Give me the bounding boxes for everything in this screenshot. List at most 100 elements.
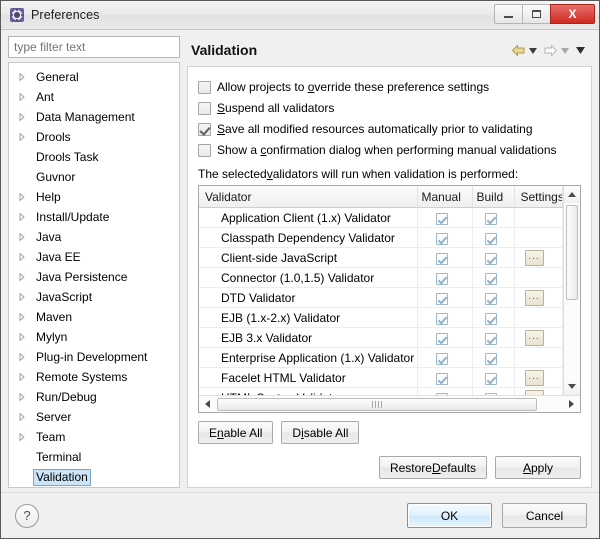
validation-option-3[interactable]: Show a confirmation dialog when performi… bbox=[198, 140, 581, 161]
checkbox-2[interactable] bbox=[198, 123, 211, 136]
build-cell[interactable] bbox=[472, 388, 514, 395]
manual-cell[interactable] bbox=[417, 328, 472, 348]
validation-option-1[interactable]: Suspend all validators bbox=[198, 98, 581, 119]
question-mark-icon[interactable]: ? bbox=[15, 504, 39, 528]
tree-item-data-management[interactable]: Data Management bbox=[9, 107, 179, 127]
settings-ellipsis-button[interactable]: ... bbox=[525, 290, 544, 306]
expand-arrow-icon[interactable] bbox=[19, 253, 33, 261]
manual-cell[interactable] bbox=[417, 308, 472, 328]
table-row[interactable]: Application Client (1.x) Validator bbox=[199, 208, 563, 228]
settings-cell[interactable]: ... bbox=[514, 388, 563, 395]
column-header-validator[interactable]: Validator bbox=[199, 186, 417, 208]
validators-table-viewport[interactable]: Validator Manual Build Settings Applicat… bbox=[199, 186, 563, 395]
validation-option-2[interactable]: Save all modified resources automaticall… bbox=[198, 119, 581, 140]
settings-ellipsis-button[interactable]: ... bbox=[525, 330, 544, 346]
maximize-button[interactable] bbox=[522, 4, 551, 24]
expand-arrow-icon[interactable] bbox=[19, 333, 33, 341]
expand-arrow-icon[interactable] bbox=[19, 373, 33, 381]
expand-arrow-icon[interactable] bbox=[19, 193, 33, 201]
settings-ellipsis-button[interactable]: ... bbox=[525, 370, 544, 386]
table-row[interactable]: Client-side JavaScript... bbox=[199, 248, 563, 268]
table-horizontal-scrollbar[interactable] bbox=[199, 395, 580, 412]
build-cell[interactable] bbox=[472, 328, 514, 348]
manual-checkbox[interactable] bbox=[436, 253, 448, 265]
tree-item-javascript[interactable]: JavaScript bbox=[9, 287, 179, 307]
build-cell[interactable] bbox=[472, 228, 514, 248]
manual-checkbox[interactable] bbox=[436, 293, 448, 305]
forward-arrow-icon[interactable] bbox=[542, 44, 559, 57]
settings-ellipsis-button[interactable]: ... bbox=[525, 250, 544, 266]
tree-item-guvnor[interactable]: Guvnor bbox=[9, 167, 179, 187]
manual-cell[interactable] bbox=[417, 228, 472, 248]
expand-arrow-icon[interactable] bbox=[19, 213, 33, 221]
vertical-scroll-thumb[interactable] bbox=[566, 205, 578, 300]
expand-arrow-icon[interactable] bbox=[19, 313, 33, 321]
settings-cell[interactable] bbox=[514, 208, 563, 228]
manual-checkbox[interactable] bbox=[436, 373, 448, 385]
table-row[interactable]: Enterprise Application (1.x) Validator bbox=[199, 348, 563, 368]
expand-arrow-icon[interactable] bbox=[19, 133, 33, 141]
tree-item-java-persistence[interactable]: Java Persistence bbox=[9, 267, 179, 287]
enable-all-button[interactable]: Enable All bbox=[198, 421, 273, 444]
tree-item-run-debug[interactable]: Run/Debug bbox=[9, 387, 179, 407]
column-header-manual[interactable]: Manual bbox=[417, 186, 472, 208]
tree-item-web[interactable]: Web bbox=[9, 487, 179, 488]
apply-button[interactable]: Apply bbox=[495, 456, 581, 479]
tree-item-ant[interactable]: Ant bbox=[9, 87, 179, 107]
manual-cell[interactable] bbox=[417, 388, 472, 395]
tree-item-validation[interactable]: Validation bbox=[9, 467, 179, 487]
build-checkbox[interactable] bbox=[485, 293, 497, 305]
build-cell[interactable] bbox=[472, 348, 514, 368]
build-checkbox[interactable] bbox=[485, 373, 497, 385]
expand-arrow-icon[interactable] bbox=[19, 73, 33, 81]
scroll-right-arrow-icon[interactable] bbox=[563, 396, 580, 413]
expand-arrow-icon[interactable] bbox=[19, 293, 33, 301]
settings-cell[interactable] bbox=[514, 268, 563, 288]
tree-item-java[interactable]: Java bbox=[9, 227, 179, 247]
expand-arrow-icon[interactable] bbox=[19, 113, 33, 121]
manual-checkbox[interactable] bbox=[436, 233, 448, 245]
tree-item-drools[interactable]: Drools bbox=[9, 127, 179, 147]
settings-cell[interactable]: ... bbox=[514, 368, 563, 388]
settings-cell[interactable] bbox=[514, 308, 563, 328]
manual-cell[interactable] bbox=[417, 208, 472, 228]
forward-history-chevron-down-icon[interactable] bbox=[559, 43, 574, 57]
tree-item-help[interactable]: Help bbox=[9, 187, 179, 207]
manual-checkbox[interactable] bbox=[436, 333, 448, 345]
tree-item-server[interactable]: Server bbox=[9, 407, 179, 427]
minimize-button[interactable] bbox=[494, 4, 523, 24]
build-checkbox[interactable] bbox=[485, 313, 497, 325]
build-cell[interactable] bbox=[472, 208, 514, 228]
build-cell[interactable] bbox=[472, 308, 514, 328]
tree-item-terminal[interactable]: Terminal bbox=[9, 447, 179, 467]
tree-item-drools-task[interactable]: Drools Task bbox=[9, 147, 179, 167]
ok-button[interactable]: OK bbox=[407, 503, 492, 528]
manual-cell[interactable] bbox=[417, 268, 472, 288]
checkbox-3[interactable] bbox=[198, 144, 211, 157]
settings-cell[interactable] bbox=[514, 228, 563, 248]
view-menu-chevron-down-icon[interactable] bbox=[574, 43, 590, 57]
build-cell[interactable] bbox=[472, 268, 514, 288]
table-row[interactable]: DTD Validator... bbox=[199, 288, 563, 308]
manual-cell[interactable] bbox=[417, 288, 472, 308]
expand-arrow-icon[interactable] bbox=[19, 233, 33, 241]
checkbox-1[interactable] bbox=[198, 102, 211, 115]
manual-checkbox[interactable] bbox=[436, 213, 448, 225]
tree-item-maven[interactable]: Maven bbox=[9, 307, 179, 327]
scroll-up-arrow-icon[interactable] bbox=[564, 186, 580, 203]
restore-defaults-button[interactable]: Restore Defaults bbox=[379, 456, 487, 479]
validation-option-0[interactable]: Allow projects to override these prefere… bbox=[198, 77, 581, 98]
build-cell[interactable] bbox=[472, 288, 514, 308]
table-row[interactable]: EJB 3.x Validator... bbox=[199, 328, 563, 348]
manual-cell[interactable] bbox=[417, 368, 472, 388]
tree-item-team[interactable]: Team bbox=[9, 427, 179, 447]
expand-arrow-icon[interactable] bbox=[19, 273, 33, 281]
table-row[interactable]: Facelet HTML Validator... bbox=[199, 368, 563, 388]
build-cell[interactable] bbox=[472, 248, 514, 268]
table-row[interactable]: Classpath Dependency Validator bbox=[199, 228, 563, 248]
close-button[interactable]: X bbox=[550, 4, 595, 24]
table-row[interactable]: Connector (1.0,1.5) Validator bbox=[199, 268, 563, 288]
tree-item-general[interactable]: General bbox=[9, 67, 179, 87]
expand-arrow-icon[interactable] bbox=[19, 93, 33, 101]
tree-item-remote-systems[interactable]: Remote Systems bbox=[9, 367, 179, 387]
